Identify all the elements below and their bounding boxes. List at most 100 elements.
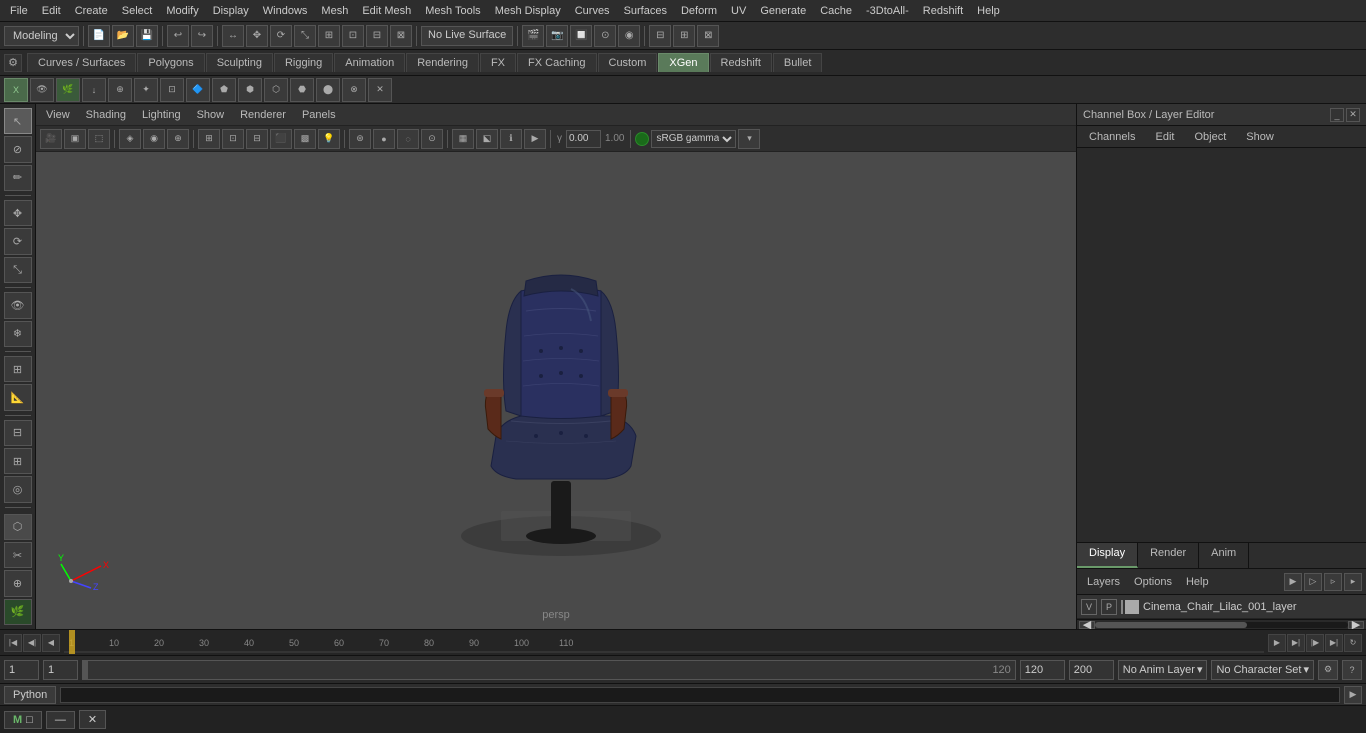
taskbar-close-btn[interactable]: ✕ — [79, 710, 106, 729]
viewport-menu-shading[interactable]: Shading — [82, 107, 130, 123]
select-tool-btn[interactable]: ↖ — [4, 108, 32, 134]
scroll-left-btn[interactable]: ◀ — [1079, 621, 1095, 629]
color-space-expand-btn[interactable]: ▾ — [738, 129, 760, 149]
shelf-btn-12[interactable]: ⬣ — [290, 78, 314, 102]
viewport-menu-renderer[interactable]: Renderer — [236, 107, 290, 123]
range-end-input[interactable] — [1020, 660, 1065, 680]
vp-solid-btn[interactable]: ⬛ — [270, 129, 292, 149]
shelf-btn-13[interactable]: ⬤ — [316, 78, 340, 102]
next-key-btn[interactable]: |▶ — [1306, 634, 1324, 652]
shelf-btn-1[interactable]: X — [4, 78, 28, 102]
rotate-tool-btn[interactable]: ⟳ — [4, 228, 32, 254]
mode-dropdown[interactable]: Modeling — [4, 26, 79, 46]
display-tab-anim[interactable]: Anim — [1199, 543, 1249, 568]
menu-mesh-display[interactable]: Mesh Display — [489, 3, 567, 19]
h-scroll-track[interactable] — [1095, 622, 1348, 628]
color-space-dropdown[interactable]: sRGB gamma — [651, 130, 736, 148]
vp-info-btn[interactable]: ℹ — [500, 129, 522, 149]
scale-btn[interactable]: ⤡ — [294, 25, 316, 47]
render3-btn[interactable]: 🔲 — [570, 25, 592, 47]
panel-close-btn[interactable]: ✕ — [1346, 108, 1360, 122]
snap4-btn[interactable]: ⊠ — [390, 25, 412, 47]
render2-btn[interactable]: 📷 — [546, 25, 568, 47]
tab-fx-caching[interactable]: FX Caching — [517, 53, 596, 72]
vp-ssao-btn[interactable]: ● — [373, 129, 395, 149]
menu-mesh[interactable]: Mesh — [315, 3, 354, 19]
cb-tab-channels[interactable]: Channels — [1081, 129, 1143, 145]
shelf-btn-10[interactable]: ⬢ — [238, 78, 262, 102]
measure-btn[interactable]: 📐 — [4, 384, 32, 410]
xgen-icon-btn[interactable]: 🌿 — [4, 599, 32, 625]
vp-motion-btn[interactable]: ◌ — [397, 129, 419, 149]
menu-uv[interactable]: UV — [725, 3, 752, 19]
gamma-input[interactable] — [566, 130, 601, 148]
viewport-menu-panels[interactable]: Panels — [298, 107, 340, 123]
mode-settings-btn[interactable]: ⚙ — [4, 54, 22, 72]
vp-wire-btn[interactable]: ⊡ — [222, 129, 244, 149]
viewport-menu-show[interactable]: Show — [193, 107, 229, 123]
snap-live-btn[interactable]: ◎ — [4, 476, 32, 502]
layer-visibility-btn[interactable]: V — [1081, 599, 1097, 615]
vp-smooth-btn[interactable]: ⊟ — [246, 129, 268, 149]
shelf-btn-7[interactable]: ⊡ — [160, 78, 184, 102]
timeline-ruler[interactable]: 1 10 20 30 40 50 60 70 80 90 100 110 — [64, 630, 1264, 655]
menu-file[interactable]: File — [4, 3, 34, 19]
tab-sculpting[interactable]: Sculpting — [206, 53, 273, 72]
show-hide-btn[interactable]: 👁 — [4, 292, 32, 318]
vp-aa-btn[interactable]: ⊛ — [349, 129, 371, 149]
menu-curves[interactable]: Curves — [569, 3, 616, 19]
shelf-btn-5[interactable]: ⊕ — [108, 78, 132, 102]
tab-custom[interactable]: Custom — [598, 53, 658, 72]
snap3-btn[interactable]: ⊟ — [366, 25, 388, 47]
lasso-select-btn[interactable]: ⊘ — [4, 136, 32, 162]
shelf-btn-14[interactable]: ⊗ — [342, 78, 366, 102]
layout2-btn[interactable]: ⊞ — [673, 25, 695, 47]
menu-deform[interactable]: Deform — [675, 3, 723, 19]
vp-light-btn[interactable]: 💡 — [318, 129, 340, 149]
taskbar-maya-btn[interactable]: M □ — [4, 711, 42, 729]
open-scene-btn[interactable]: 📂 — [112, 25, 134, 47]
menu-mesh-tools[interactable]: Mesh Tools — [419, 3, 486, 19]
current-frame-input[interactable] — [4, 660, 39, 680]
layout3-btn[interactable]: ⊠ — [697, 25, 719, 47]
shelf-btn-6[interactable]: ✦ — [134, 78, 158, 102]
anim-layer-dropdown[interactable]: No Anim Layer ▾ — [1118, 660, 1208, 680]
menu-help[interactable]: Help — [971, 3, 1006, 19]
shelf-btn-2[interactable]: 👁 — [30, 78, 54, 102]
python-run-btn[interactable]: ▶ — [1344, 686, 1362, 704]
cb-tab-show[interactable]: Show — [1238, 129, 1282, 145]
taskbar-window-btn[interactable]: — — [46, 711, 75, 729]
tab-rendering[interactable]: Rendering — [406, 53, 479, 72]
undo-btn[interactable]: ↩ — [167, 25, 189, 47]
frame-start-input[interactable] — [43, 660, 78, 680]
vp-dof-btn[interactable]: ⊙ — [421, 129, 443, 149]
vp-sel3-btn[interactable]: ⊕ — [167, 129, 189, 149]
menu-create[interactable]: Create — [69, 3, 114, 19]
render-btn[interactable]: 🎬 — [522, 25, 544, 47]
tab-xgen[interactable]: XGen — [658, 53, 708, 72]
shelf-btn-4[interactable]: ↓ — [82, 78, 106, 102]
layer-arrow-right2-btn[interactable]: ▷ — [1304, 573, 1322, 591]
new-scene-btn[interactable]: 📄 — [88, 25, 110, 47]
layer-playback-btn[interactable]: P — [1101, 599, 1117, 615]
cb-tab-object[interactable]: Object — [1186, 129, 1234, 145]
vp-gate-btn[interactable]: ⬚ — [88, 129, 110, 149]
shelf-btn-15[interactable]: ✕ — [368, 78, 392, 102]
vp-iso-btn[interactable]: ⊞ — [198, 129, 220, 149]
scroll-right-btn[interactable]: ▶ — [1348, 621, 1364, 629]
menu-edit-mesh[interactable]: Edit Mesh — [356, 3, 417, 19]
layout-btn[interactable]: ⊟ — [4, 420, 32, 446]
menu-display[interactable]: Display — [207, 3, 255, 19]
snap-btn[interactable]: ⊞ — [318, 25, 340, 47]
tab-fx[interactable]: FX — [480, 53, 516, 72]
vp-grid-btn[interactable]: ▦ — [452, 129, 474, 149]
tab-polygons[interactable]: Polygons — [137, 53, 204, 72]
vp-hud-btn[interactable]: ⬕ — [476, 129, 498, 149]
vp-sel1-btn[interactable]: ◈ — [119, 129, 141, 149]
loop-btn[interactable]: ↻ — [1344, 634, 1362, 652]
connect-btn[interactable]: ⊕ — [4, 570, 32, 596]
max-range-input[interactable] — [1069, 660, 1114, 680]
next-frame-btn[interactable]: ▶| — [1287, 634, 1305, 652]
snap2-btn[interactable]: ⊡ — [342, 25, 364, 47]
freeze-btn[interactable]: ❄ — [4, 321, 32, 347]
